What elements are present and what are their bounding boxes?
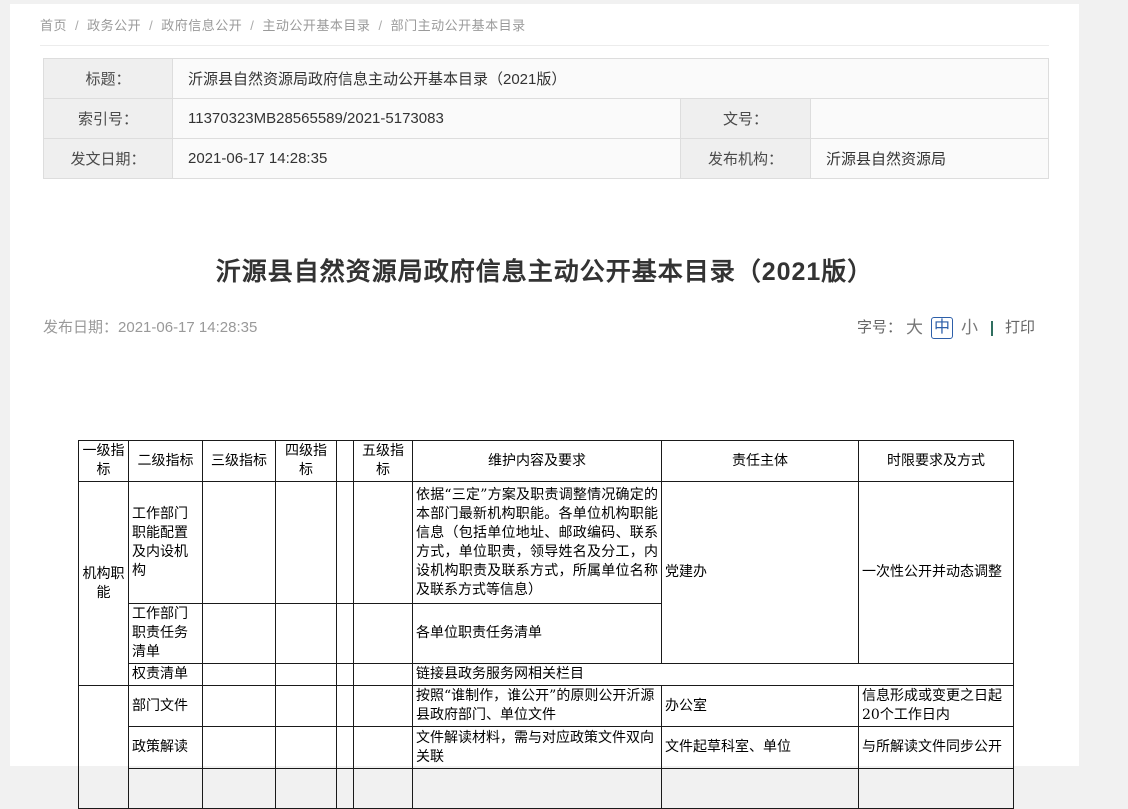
cell-empty	[276, 664, 337, 686]
cell-empty	[337, 482, 354, 604]
header-maintenance-content: 维护内容及要求	[413, 441, 662, 482]
publish-info-row: 发布日期：2021-06-17 14:28:35 字号： 大 中 小 打印	[43, 314, 1035, 342]
cell-owner: 文件起草科室、单位	[662, 727, 859, 769]
table-row: 部门文件 按照“谁制作，谁公开”的原则公开沂源县政府部门、单位文件 办公室 信息…	[79, 686, 1014, 727]
meta-index-value: 11370323MB28565589/2021-5173083	[173, 99, 681, 139]
header-level4: 四级指标	[276, 441, 337, 482]
cell-empty	[354, 727, 413, 769]
breadcrumb-separator: /	[250, 18, 254, 33]
cell-content: 按照“谁制作，谁公开”的原则公开沂源县政府部门、单位文件	[413, 686, 662, 727]
table-row: 机构职能 工作部门职能配置及内设机构 依据“三定”方案及职责调整情况确定的本部门…	[79, 482, 1014, 604]
cell-owner: 办公室	[662, 686, 859, 727]
cell-level2: 工作部门职能配置及内设机构	[129, 482, 203, 604]
header-responsible-body: 责任主体	[662, 441, 859, 482]
cell-empty	[276, 727, 337, 769]
breadcrumb-item-gov-info-disclosure[interactable]: 政府信息公开	[161, 18, 242, 33]
meta-title-label: 标题：	[44, 59, 173, 99]
cell-deadline: 与所解读文件同步公开	[859, 727, 1014, 769]
cell-empty	[276, 686, 337, 727]
cell-empty	[337, 664, 354, 686]
cell-deadline: 信息形成或变更之日起20个工作日内	[859, 686, 1014, 727]
controls-divider	[991, 321, 993, 336]
cell-empty	[337, 604, 354, 664]
header-level2: 二级指标	[129, 441, 203, 482]
cell-content: 依据“三定”方案及职责调整情况确定的本部门最新机构职能。各单位机构职能信息（包括…	[413, 482, 662, 604]
cell-content-wide: 链接县政务服务网相关栏目	[413, 664, 1014, 686]
cell-content: 各单位职责任务清单	[413, 604, 662, 664]
cell-owner: 党建办	[662, 482, 859, 664]
meta-title-value: 沂源县自然资源局政府信息主动公开基本目录（2021版）	[173, 59, 1049, 99]
table-row: 权责清单 链接县政务服务网相关栏目	[79, 664, 1014, 686]
meta-row-title: 标题： 沂源县自然资源局政府信息主动公开基本目录（2021版）	[44, 59, 1049, 99]
cell-empty	[354, 686, 413, 727]
header-spacer	[337, 441, 354, 482]
meta-date-label: 发文日期：	[44, 139, 173, 179]
cell-empty	[203, 664, 276, 686]
cell-empty	[203, 769, 276, 809]
meta-docnum-value	[811, 99, 1049, 139]
cell-empty	[354, 769, 413, 809]
cell-level2: 政策解读	[129, 727, 203, 769]
publish-date-value: 2021-06-17 14:28:35	[118, 319, 257, 336]
cell-empty	[276, 604, 337, 664]
header-level3: 三级指标	[203, 441, 276, 482]
breadcrumb-divider	[40, 45, 1049, 46]
cell-level2: 部门文件	[129, 686, 203, 727]
cell-empty	[354, 664, 413, 686]
font-size-medium-button[interactable]: 中	[931, 317, 953, 339]
table-header-row: 一级指标 二级指标 三级指标 四级指标 五级指标 维护内容及要求 责任主体 时限…	[79, 441, 1014, 482]
meta-docnum-label: 文号：	[681, 99, 811, 139]
breadcrumb-separator: /	[75, 18, 79, 33]
meta-agency-value: 沂源县自然资源局	[811, 139, 1049, 179]
cell-level1-section2	[79, 686, 129, 809]
breadcrumb: 首页 / 政务公开 / 政府信息公开 / 主动公开基本目录 / 部门主动公开基本目录	[40, 15, 526, 34]
cell-level1-org-functions: 机构职能	[79, 482, 129, 686]
meta-date-value: 2021-06-17 14:28:35	[173, 139, 681, 179]
cell-empty	[203, 686, 276, 727]
cell-empty	[203, 604, 276, 664]
header-level5: 五级指标	[354, 441, 413, 482]
content-card: 首页 / 政务公开 / 政府信息公开 / 主动公开基本目录 / 部门主动公开基本目录 标题： 沂…	[10, 4, 1079, 766]
cell-deadline: 一次性公开并动态调整	[859, 482, 1014, 664]
cell-empty	[859, 769, 1014, 809]
page-title: 沂源县自然资源局政府信息主动公开基本目录（2021版）	[10, 252, 1079, 288]
table-row	[79, 769, 1014, 809]
table-row: 政策解读 文件解读材料，需与对应政策文件双向关联 文件起草科室、单位 与所解读文…	[79, 727, 1014, 769]
font-size-label: 字号：	[857, 314, 902, 342]
cell-level2: 权责清单	[129, 664, 203, 686]
breadcrumb-item-basic-catalog[interactable]: 主动公开基本目录	[262, 18, 370, 33]
cell-empty	[337, 686, 354, 727]
article-controls: 字号： 大 中 小 打印	[857, 314, 1035, 342]
cell-empty	[354, 482, 413, 604]
cell-empty	[276, 482, 337, 604]
print-button[interactable]: 打印	[1005, 314, 1035, 342]
document-meta-table: 标题： 沂源县自然资源局政府信息主动公开基本目录（2021版） 索引号： 113…	[43, 58, 1049, 179]
cell-empty	[203, 482, 276, 604]
breadcrumb-item-home[interactable]: 首页	[40, 18, 67, 33]
font-size-large-button[interactable]: 大	[906, 314, 923, 342]
cell-empty	[337, 769, 354, 809]
publish-date-label: 发布日期：	[43, 319, 118, 336]
header-time-requirement: 时限要求及方式	[859, 441, 1014, 482]
publish-date: 发布日期：2021-06-17 14:28:35	[43, 314, 257, 342]
cell-content: 文件解读材料，需与对应政策文件双向关联	[413, 727, 662, 769]
cell-empty	[276, 769, 337, 809]
meta-index-label: 索引号：	[44, 99, 173, 139]
meta-agency-label: 发布机构：	[681, 139, 811, 179]
cell-empty	[337, 727, 354, 769]
cell-empty	[413, 769, 662, 809]
cell-empty	[662, 769, 859, 809]
font-size-small-button[interactable]: 小	[961, 314, 978, 342]
cell-empty	[354, 604, 413, 664]
cell-empty	[129, 769, 203, 809]
cell-empty	[203, 727, 276, 769]
header-level1: 一级指标	[79, 441, 129, 482]
breadcrumb-separator: /	[149, 18, 153, 33]
cell-level2: 工作部门职责任务清单	[129, 604, 203, 664]
breadcrumb-item-dept-basic-catalog[interactable]: 部门主动公开基本目录	[391, 18, 526, 33]
meta-row-index: 索引号： 11370323MB28565589/2021-5173083 文号：	[44, 99, 1049, 139]
breadcrumb-separator: /	[378, 18, 382, 33]
breadcrumb-item-government-affairs[interactable]: 政务公开	[87, 18, 141, 33]
meta-row-date: 发文日期： 2021-06-17 14:28:35 发布机构： 沂源县自然资源局	[44, 139, 1049, 179]
